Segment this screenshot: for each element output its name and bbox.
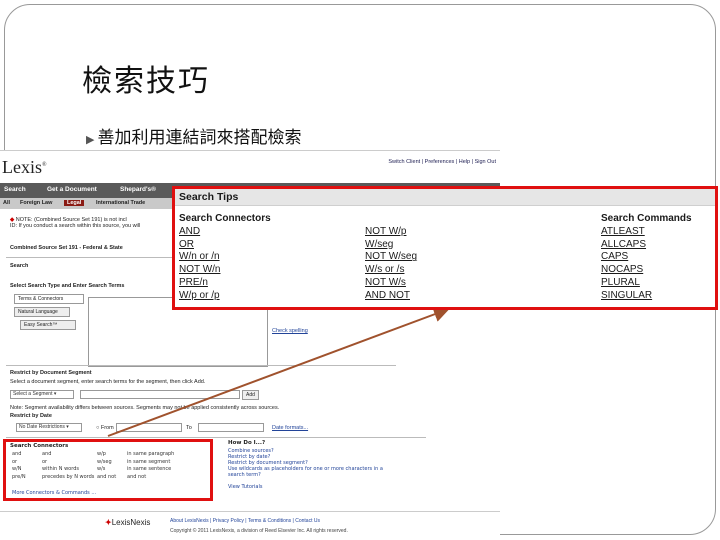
command-link[interactable]: ALLCAPS <box>601 239 692 252</box>
connector-link[interactable]: W/n or /n <box>179 251 271 264</box>
connector-link[interactable]: W/p or /p <box>179 290 271 303</box>
connector-link[interactable]: AND NOT <box>365 290 417 303</box>
command-link[interactable]: PLURAL <box>601 277 692 290</box>
command-link[interactable]: CAPS <box>601 251 692 264</box>
search-connectors-heading: Search Connectors <box>179 213 271 224</box>
connector-link[interactable]: W/seg <box>365 239 417 252</box>
search-commands-heading: Search Commands <box>601 213 692 224</box>
search-tips-panel: Search Tips Search Connectors AND OR W/n… <box>172 186 718 310</box>
connector-link[interactable]: NOT W/p <box>365 226 417 239</box>
connector-link[interactable]: W/s or /s <box>365 264 417 277</box>
command-link[interactable]: SINGULAR <box>601 290 692 303</box>
connector-link[interactable]: NOT W/n <box>179 264 271 277</box>
command-link[interactable]: NOCAPS <box>601 264 692 277</box>
connector-link[interactable]: PRE/n <box>179 277 271 290</box>
search-tips-header: Search Tips <box>175 189 715 206</box>
tips-commands-col: Search Commands ATLEAST ALLCAPS CAPS NOC… <box>601 213 692 303</box>
connector-link[interactable]: AND <box>179 226 271 239</box>
connector-link[interactable]: NOT W/seg <box>365 251 417 264</box>
connector-link[interactable]: NOT W/s <box>365 277 417 290</box>
tips-connectors-col: Search Connectors AND OR W/n or /n NOT W… <box>179 213 271 303</box>
connector-link[interactable]: OR <box>179 239 271 252</box>
tips-connectors-col-2: NOT W/p W/seg NOT W/seg W/s or /s NOT W/… <box>365 213 417 303</box>
command-link[interactable]: ATLEAST <box>601 226 692 239</box>
